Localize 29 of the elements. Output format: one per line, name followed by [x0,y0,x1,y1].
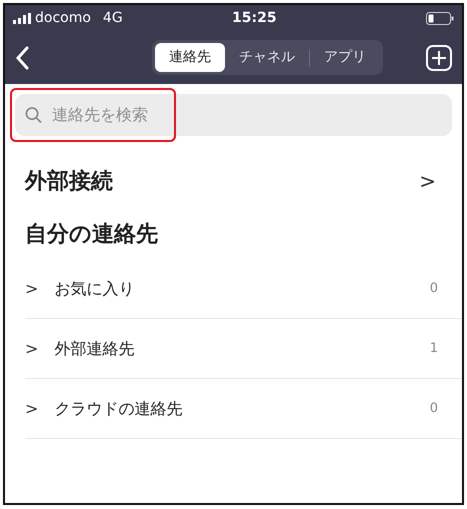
chevron-icon: > [25,396,38,420]
group-label: お気に入り [54,278,134,300]
status-time: 15:25 [232,8,277,28]
section-title: 外部接続 [25,168,113,196]
tab[interactable]: アプリ [310,43,380,72]
tab[interactable]: チャネル [225,43,309,72]
group-count: 0 [430,400,438,418]
section-title: 自分の連絡先 [24,221,159,249]
external-row[interactable]: 外部接続 > [5,148,462,214]
group-label: クラウドの連絡先 [54,398,182,420]
chevron-icon: > [25,276,38,300]
back-button[interactable] [15,46,29,70]
chevron-icon: > [25,336,38,360]
group-label: 外部連絡先 [54,338,134,360]
contact-group-row[interactable]: > クラウドの連絡先 0 [25,379,462,439]
add-button[interactable] [426,44,452,70]
tab[interactable]: 連絡先 [155,43,225,72]
search-bar[interactable]: 連絡先を検索 [15,94,452,136]
search-icon [25,106,42,124]
signal-icon [13,12,31,24]
contact-group-row[interactable]: > 外部連絡先 1 [25,319,462,379]
search-field[interactable]: 連絡先を検索 [50,102,442,128]
contact-group-row[interactable]: > お気に入り 0 [25,259,462,319]
carrier-name: docomo [35,8,91,28]
network-type: 4G [102,8,123,28]
chevron-icon: > [419,166,436,196]
group-count: 1 [430,340,438,358]
group-count: 0 [430,280,438,298]
battery-icon [426,12,454,24]
